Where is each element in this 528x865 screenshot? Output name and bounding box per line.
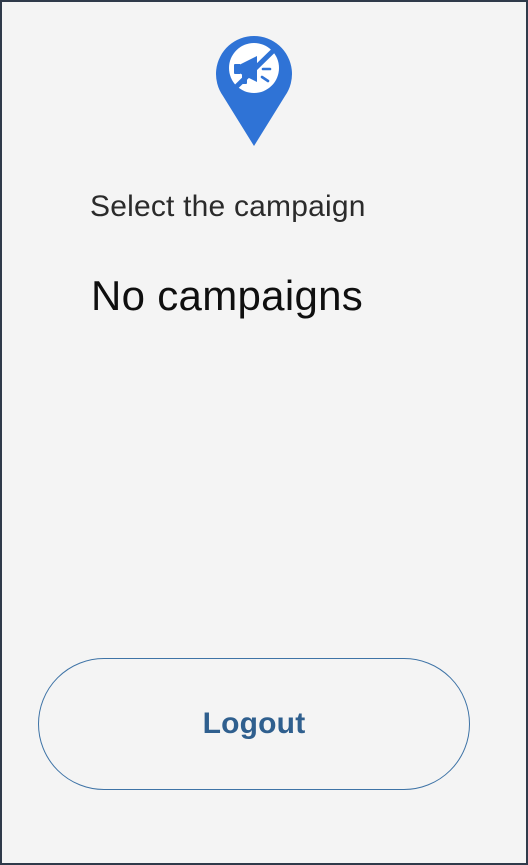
location-pin-megaphone-muted-icon [216, 36, 292, 147]
logout-button-label: Logout [202, 707, 306, 740]
app-screen: Select the campaign No campaigns Logout [0, 0, 528, 865]
logout-button[interactable]: Logout [38, 658, 470, 790]
campaign-select-label: Select the campaign [90, 190, 366, 223]
no-campaigns-message: No campaigns [91, 272, 364, 319]
